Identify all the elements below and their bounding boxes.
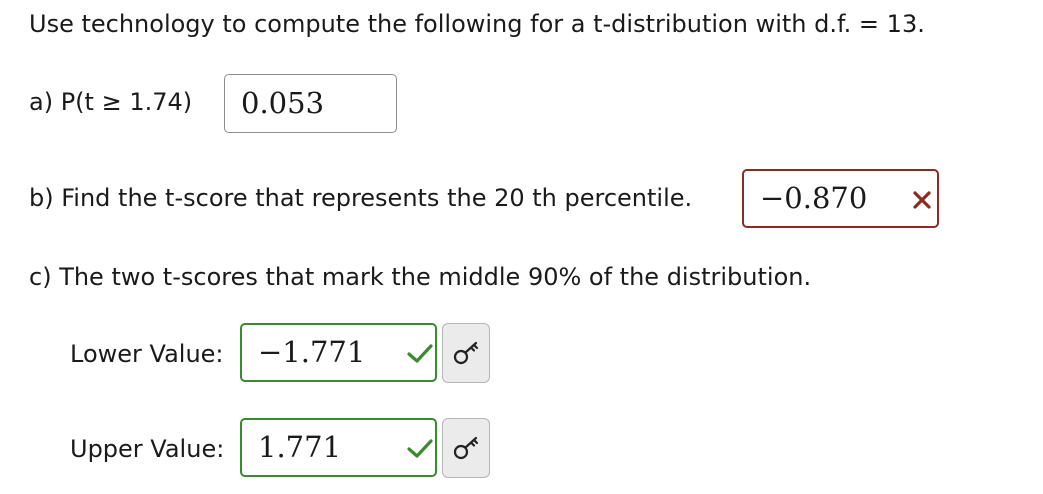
lower-value-show-answer-button[interactable] — [442, 323, 490, 383]
upper-value-answer: 1.771 — [258, 430, 342, 464]
x-mark-icon — [913, 191, 931, 209]
part-a-label: a) P(t ≥ 1.74) — [29, 88, 193, 116]
checkmark-icon — [407, 439, 433, 458]
part-a-answer-value: 0.053 — [241, 86, 325, 120]
checkmark-icon — [407, 344, 433, 363]
key-icon — [453, 436, 479, 460]
instructions-text: Use technology to compute the following … — [29, 10, 925, 38]
upper-value-show-answer-button[interactable] — [442, 418, 490, 478]
lower-value-label: Lower Value: — [70, 340, 224, 368]
upper-value-label: Upper Value: — [70, 435, 225, 463]
part-a-answer-field[interactable]: 0.053 — [224, 74, 397, 133]
lower-value-answer: −1.771 — [258, 335, 366, 369]
part-c-label: c) The two t-scores that mark the middle… — [29, 263, 812, 291]
part-b-label: b) Find the t-score that represents the … — [29, 184, 693, 212]
part-b-answer-value: −0.870 — [760, 181, 868, 215]
key-icon — [453, 341, 479, 365]
part-b-answer-field[interactable]: −0.870 — [742, 169, 939, 228]
